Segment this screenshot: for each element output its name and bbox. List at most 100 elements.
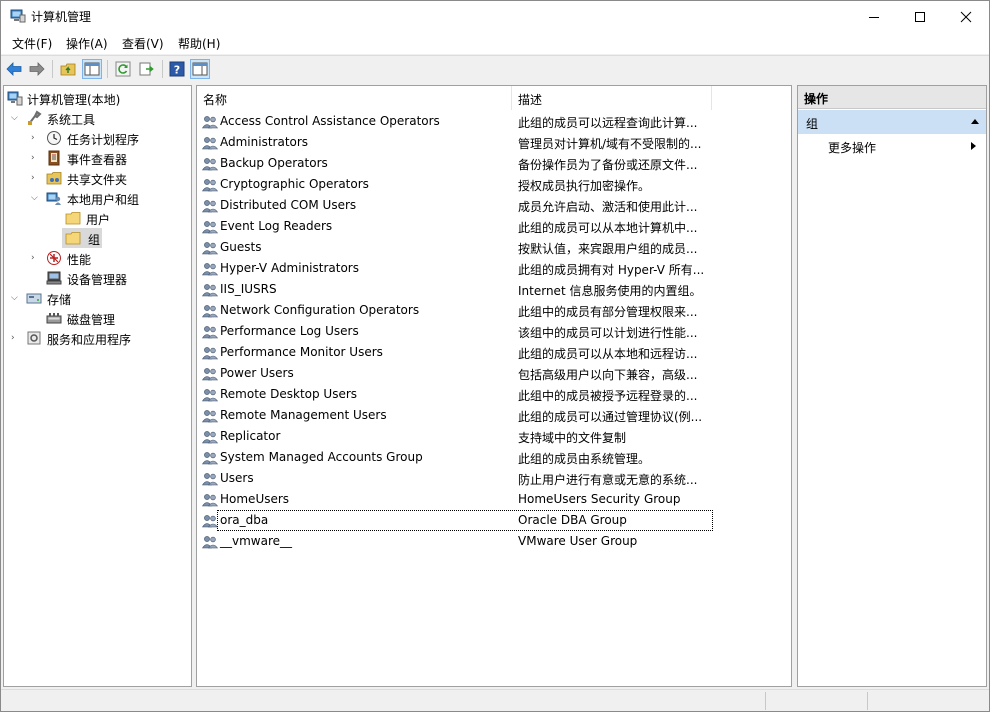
performance-icon — [47, 251, 61, 265]
group-name: Network Configuration Operators — [220, 303, 420, 317]
column-header-description[interactable]: 描述 — [512, 86, 712, 110]
minimize-button[interactable] — [851, 1, 897, 32]
group-description: 此组的成员可以从本地计算机中... — [518, 221, 698, 235]
group-row[interactable]: Event Log Readers 此组的成员可以从本地计算机中... — [197, 216, 791, 237]
close-icon — [960, 11, 972, 22]
tree-item-services-applications[interactable]: › 服务和应用程序 — [4, 328, 191, 348]
export-list-icon — [139, 62, 154, 76]
group-row[interactable]: Access Control Assistance Operators 此组的成员… — [197, 111, 791, 132]
chevron-right-icon[interactable]: › — [31, 252, 41, 264]
show-hide-console-tree-icon — [84, 62, 100, 76]
help-button[interactable]: ? — [167, 59, 187, 79]
group-description: 该组中的成员可以计划进行性能... — [518, 326, 698, 340]
group-row[interactable]: Remote Desktop Users 此组中的成员被授予远程登录的... — [197, 384, 791, 405]
tree-item-computer-management-local[interactable]: 计算机管理(本地) — [4, 88, 191, 108]
tree-item-system-tools[interactable]: ⌵ 系统工具 — [4, 108, 191, 128]
group-description: 按默认值，来宾跟用户组的成员... — [518, 242, 698, 256]
status-separator — [765, 692, 766, 710]
tree-item-local-users-groups[interactable]: ⌵ 本地用户和组 — [4, 188, 191, 208]
menu-file[interactable]: 文件(F) — [11, 35, 53, 52]
export-list-button[interactable] — [137, 59, 157, 79]
action-more-actions[interactable]: 更多操作 — [828, 139, 876, 156]
toolbar-separator — [162, 60, 163, 78]
tree-item-performance[interactable]: › 性能 — [4, 248, 191, 268]
tree-item-users[interactable]: 用户 — [4, 208, 191, 228]
up-folder-icon — [60, 63, 76, 76]
group-name: Hyper-V Administrators — [220, 261, 359, 275]
toolbar-separator — [52, 60, 53, 78]
group-name: IIS_IUSRS — [220, 282, 277, 296]
group-name: ora_dba — [220, 513, 269, 527]
group-name: Replicator — [220, 429, 281, 443]
column-header-name[interactable]: 名称 — [197, 86, 512, 110]
group-row[interactable]: IIS_IUSRS Internet 信息服务使用的内置组。 — [197, 279, 791, 300]
group-row[interactable]: HomeUsers HomeUsers Security Group — [197, 489, 791, 510]
tree-item-shared-folders[interactable]: › 共享文件夹 — [4, 168, 191, 188]
tree-item-disk-management[interactable]: 磁盘管理 — [4, 308, 191, 328]
action-section-groups[interactable]: 组 — [798, 110, 986, 134]
tree-item-groups[interactable]: 组 — [4, 228, 191, 248]
tree-item-device-manager[interactable]: 设备管理器 — [4, 268, 191, 288]
group-description: Oracle DBA Group — [518, 513, 627, 527]
close-button[interactable] — [943, 1, 989, 32]
tree-item-label: 事件查看器 — [67, 153, 128, 167]
maximize-icon — [915, 11, 925, 22]
group-row[interactable]: Hyper-V Administrators 此组的成员拥有对 Hyper-V 所… — [197, 258, 791, 279]
menu-help[interactable]: 帮助(H) — [177, 35, 221, 52]
group-row[interactable]: Power Users 包括高级用户以向下兼容，高级... — [197, 363, 791, 384]
chevron-right-icon[interactable]: › — [31, 132, 41, 144]
group-description: 支持域中的文件复制 — [518, 431, 627, 445]
group-row[interactable]: Performance Log Users 该组中的成员可以计划进行性能... — [197, 321, 791, 342]
maximize-button[interactable] — [897, 1, 943, 32]
chevron-right-icon[interactable]: › — [31, 172, 41, 184]
help-icon: ? — [169, 61, 185, 77]
submenu-arrow-icon[interactable] — [970, 141, 977, 151]
menu-view[interactable]: 查看(V) — [121, 35, 165, 52]
show-hide-action-pane-button[interactable] — [190, 59, 210, 79]
menu-action[interactable]: 操作(A) — [65, 35, 109, 52]
group-row[interactable]: ora_dba Oracle DBA Group — [197, 510, 791, 531]
group-icon — [202, 158, 218, 171]
tree-item-storage[interactable]: ⌵ 存储 — [4, 288, 191, 308]
tree-item-label: 存储 — [47, 293, 72, 307]
refresh-button[interactable] — [113, 59, 133, 79]
group-name: Distributed COM Users — [220, 198, 357, 212]
tree-item-label: 组 — [88, 233, 101, 247]
group-row[interactable]: Guests 按默认值，来宾跟用户组的成员... — [197, 237, 791, 258]
tree-item-event-viewer[interactable]: › 事件查看器 — [4, 148, 191, 168]
show-hide-console-tree-button[interactable] — [82, 59, 102, 79]
forward-button[interactable] — [27, 59, 47, 79]
chevron-down-icon[interactable]: ⌵ — [11, 112, 21, 124]
group-row[interactable]: Distributed COM Users 成员允许启动、激活和使用此计... — [197, 195, 791, 216]
group-row[interactable]: Performance Monitor Users 此组的成员可以从本地和远程访.… — [197, 342, 791, 363]
up-one-level-button[interactable] — [58, 59, 78, 79]
collapse-triangle-icon[interactable] — [970, 118, 980, 125]
chevron-right-icon[interactable]: › — [31, 152, 41, 164]
chevron-down-icon[interactable]: ⌵ — [31, 192, 41, 204]
refresh-icon — [115, 61, 131, 77]
group-row[interactable]: Administrators 管理员对计算机/域有不受限制的... — [197, 132, 791, 153]
back-button[interactable] — [4, 59, 24, 79]
tree-item-task-scheduler[interactable]: › 任务计划程序 — [4, 128, 191, 148]
group-icon — [202, 326, 218, 339]
title-bar: 计算机管理 — [1, 1, 989, 32]
tree-item-label: 用户 — [86, 213, 111, 227]
group-description: 此组的成员拥有对 Hyper-V 所有... — [518, 263, 705, 277]
group-icon — [202, 305, 218, 318]
group-row[interactable]: Users 防止用户进行有意或无意的系统... — [197, 468, 791, 489]
group-name: Remote Desktop Users — [220, 387, 358, 401]
chevron-down-icon[interactable]: ⌵ — [11, 292, 21, 304]
group-row[interactable]: Remote Management Users 此组的成员可以通过管理协议(例..… — [197, 405, 791, 426]
group-row[interactable]: System Managed Accounts Group 此组的成员由系统管理。 — [197, 447, 791, 468]
action-pane: 操作 组 更多操作 — [797, 85, 987, 687]
group-row[interactable]: __vmware__ VMware User Group — [197, 531, 791, 552]
group-row[interactable]: Network Configuration Operators 此组中的成员有部分… — [197, 300, 791, 321]
group-row[interactable]: Cryptographic Operators 授权成员执行加密操作。 — [197, 174, 791, 195]
group-icon — [202, 431, 218, 444]
group-row[interactable]: Replicator 支持域中的文件复制 — [197, 426, 791, 447]
chevron-right-icon[interactable]: › — [11, 332, 21, 344]
group-name: Performance Log Users — [220, 324, 359, 338]
group-name: System Managed Accounts Group — [220, 450, 423, 464]
storage-icon — [26, 293, 42, 304]
group-row[interactable]: Backup Operators 备份操作员为了备份或还原文件... — [197, 153, 791, 174]
